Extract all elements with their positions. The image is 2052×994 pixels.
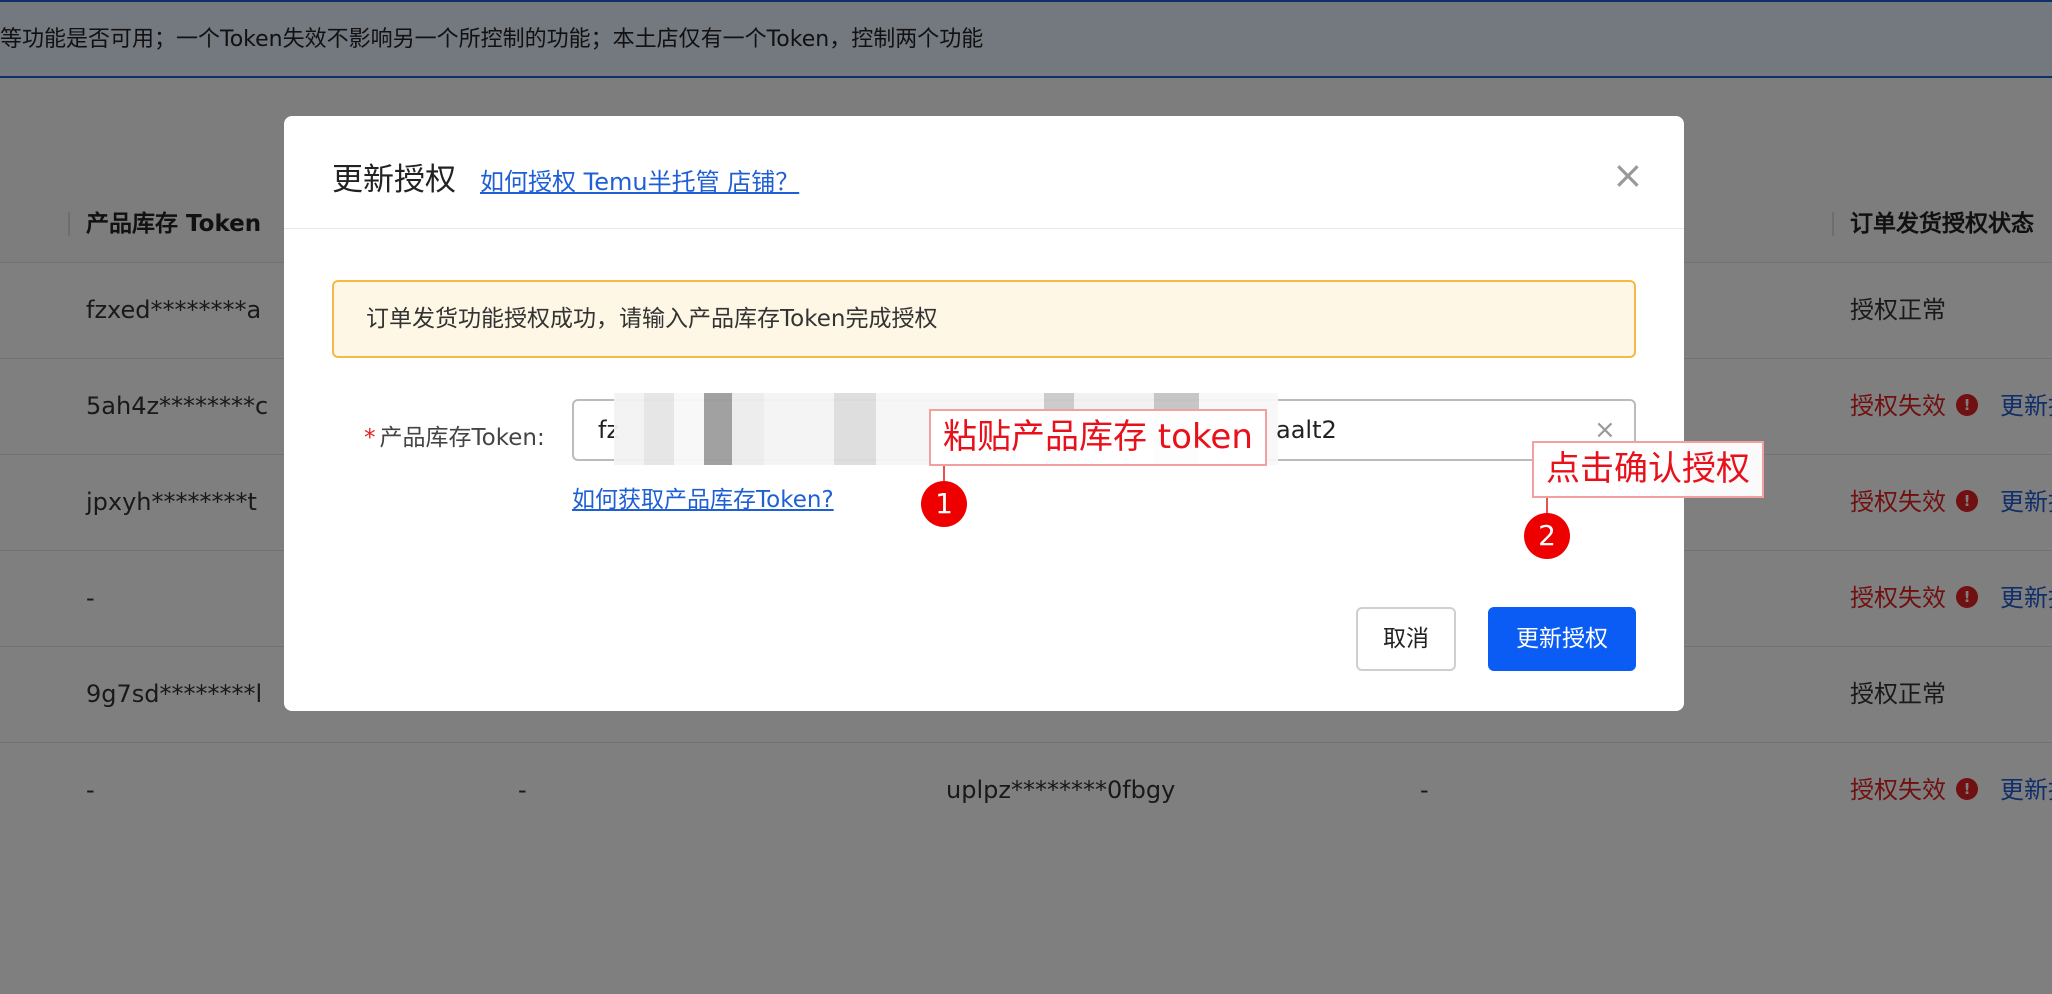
- annotation-step1-label: 粘贴产品库存 token: [929, 409, 1267, 466]
- update-auth-button[interactable]: 更新授权: [1488, 607, 1636, 671]
- alert-text: 订单发货功能授权成功，请输入产品库存Token完成授权: [366, 306, 938, 332]
- token-label-text: 产品库存Token:: [379, 425, 545, 451]
- how-to-authorize-link[interactable]: 如何授权 Temu半托管 店铺？: [480, 162, 799, 197]
- token-field-label: * 产品库存Token:: [364, 418, 545, 452]
- annotation-step1-number: 1: [921, 481, 967, 527]
- modal-header: 更新授权 如何授权 Temu半托管 店铺？ ×: [284, 116, 1684, 229]
- token-value-end: aalt2: [1276, 416, 1337, 444]
- annotation-step2-number: 2: [1524, 513, 1570, 559]
- how-to-get-token-link[interactable]: 如何获取产品库存Token?: [572, 480, 834, 514]
- cancel-button[interactable]: 取消: [1356, 607, 1456, 671]
- close-icon[interactable]: ×: [1612, 156, 1644, 194]
- modal-title: 更新授权: [332, 162, 456, 198]
- success-alert: 订单发货功能授权成功，请输入产品库存Token完成授权: [332, 280, 1636, 358]
- annotation-step2-label: 点击确认授权: [1532, 441, 1764, 498]
- required-mark: *: [364, 425, 376, 451]
